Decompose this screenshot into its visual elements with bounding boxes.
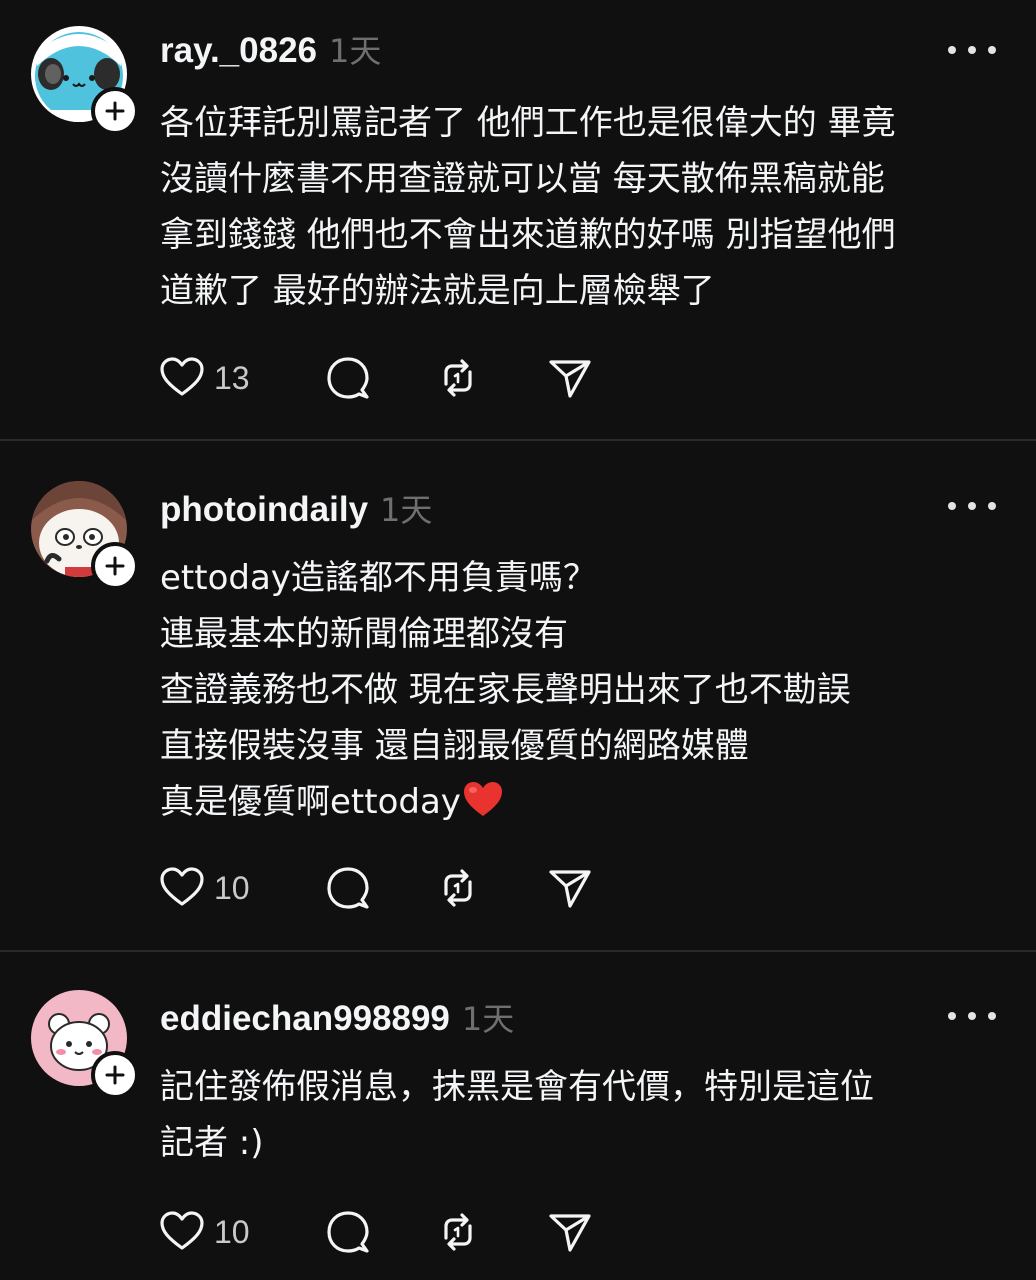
share-button[interactable] xyxy=(546,864,594,912)
text-line: 沒讀什麼書不用查證就可以當 每天散佈黑稿就能 xyxy=(160,159,885,199)
text-line: 各位拜託別罵記者了 他們工作也是很偉大的 畢竟 xyxy=(160,103,896,143)
red-heart-icon xyxy=(463,782,502,816)
share-button[interactable] xyxy=(546,354,594,402)
reply-button[interactable] xyxy=(324,354,372,402)
post-text: 記住發佈假消息，抹黑是會有代價，特別是這位 記者 :) xyxy=(160,1059,1010,1171)
repost-icon xyxy=(444,1213,472,1251)
comment-icon xyxy=(327,867,369,909)
text-line: 連最基本的新聞倫理都沒有 xyxy=(160,614,568,654)
avatar[interactable] xyxy=(31,481,139,590)
like-button[interactable]: 13 xyxy=(158,354,274,402)
plus-icon xyxy=(105,101,125,121)
more-options-icon[interactable] xyxy=(948,496,996,516)
post: ray._0826 1天 各位拜託別罵記者了 他們工作也是很偉大的 畢竟 沒讀什… xyxy=(0,0,1036,440)
action-bar: 10 xyxy=(158,863,594,913)
text-line: 拿到錢錢 他們也不會出來道歉的好嗎 別指望他們 xyxy=(160,215,896,255)
timestamp: 1天 xyxy=(380,491,433,529)
text-line: 真是優質啊ettoday xyxy=(160,782,461,822)
more-options-icon[interactable] xyxy=(948,1006,996,1026)
comment-icon xyxy=(327,357,369,399)
share-button[interactable] xyxy=(546,1208,594,1256)
plus-icon xyxy=(105,556,125,576)
text-line: 記者 :) xyxy=(160,1123,264,1163)
text-line: 直接假裝沒事 還自詡最優質的網路媒體 xyxy=(160,726,749,766)
text-line-with-emoji: 真是優質啊ettoday xyxy=(160,774,1010,830)
repost-button[interactable] xyxy=(434,354,482,402)
follow-button[interactable] xyxy=(91,1051,139,1099)
send-icon xyxy=(549,360,591,398)
heart-icon xyxy=(160,867,204,906)
timestamp: 1天 xyxy=(329,32,382,70)
timestamp: 1天 xyxy=(461,1000,515,1038)
more-options-icon[interactable] xyxy=(948,40,996,60)
like-count: 10 xyxy=(214,1213,250,1250)
post: eddiechan998899 1天 記住發佈假消息，抹黑是會有代價，特別是這位… xyxy=(0,952,1036,1280)
username[interactable]: eddiechan998899 xyxy=(160,999,450,1039)
like-button[interactable]: 10 xyxy=(158,864,274,912)
username[interactable]: ray._0826 xyxy=(160,31,317,71)
like-count: 10 xyxy=(214,869,250,906)
like-count: 13 xyxy=(214,359,250,396)
username[interactable]: photoindaily xyxy=(160,490,368,530)
action-bar: 13 xyxy=(158,353,594,403)
text-line: 記住發佈假消息，抹黑是會有代價，特別是這位 xyxy=(160,1067,874,1107)
follow-button[interactable] xyxy=(91,87,139,135)
reply-button[interactable] xyxy=(324,864,372,912)
reply-button[interactable] xyxy=(324,1208,372,1256)
repost-button[interactable] xyxy=(434,1208,482,1256)
avatar[interactable] xyxy=(31,990,139,1099)
like-button[interactable]: 10 xyxy=(158,1208,274,1256)
post-text: 各位拜託別罵記者了 他們工作也是很偉大的 畢竟 沒讀什麼書不用查證就可以當 每天… xyxy=(160,95,1010,319)
text-line: ettoday造謠都不用負責嗎？ xyxy=(160,558,597,598)
follow-button[interactable] xyxy=(91,542,139,590)
repost-icon xyxy=(444,869,472,907)
post-text: ettoday造謠都不用負責嗎？ 連最基本的新聞倫理都沒有 查證義務也不做 現在… xyxy=(160,550,1010,830)
heart-icon xyxy=(160,357,204,396)
heart-icon xyxy=(160,1211,204,1250)
text-line: 查證義務也不做 現在家長聲明出來了也不勘誤 xyxy=(160,670,851,710)
avatar[interactable] xyxy=(31,26,139,135)
send-icon xyxy=(549,870,591,908)
plus-icon xyxy=(105,1065,125,1085)
send-icon xyxy=(549,1214,591,1252)
repost-button[interactable] xyxy=(434,864,482,912)
repost-icon xyxy=(444,359,472,397)
action-bar: 10 xyxy=(158,1207,594,1257)
text-line: 道歉了 最好的辦法就是向上層檢舉了 xyxy=(160,271,715,311)
post: photoindaily 1天 ettoday造謠都不用負責嗎？ 連最基本的新聞… xyxy=(0,441,1036,951)
comment-icon xyxy=(327,1211,369,1253)
